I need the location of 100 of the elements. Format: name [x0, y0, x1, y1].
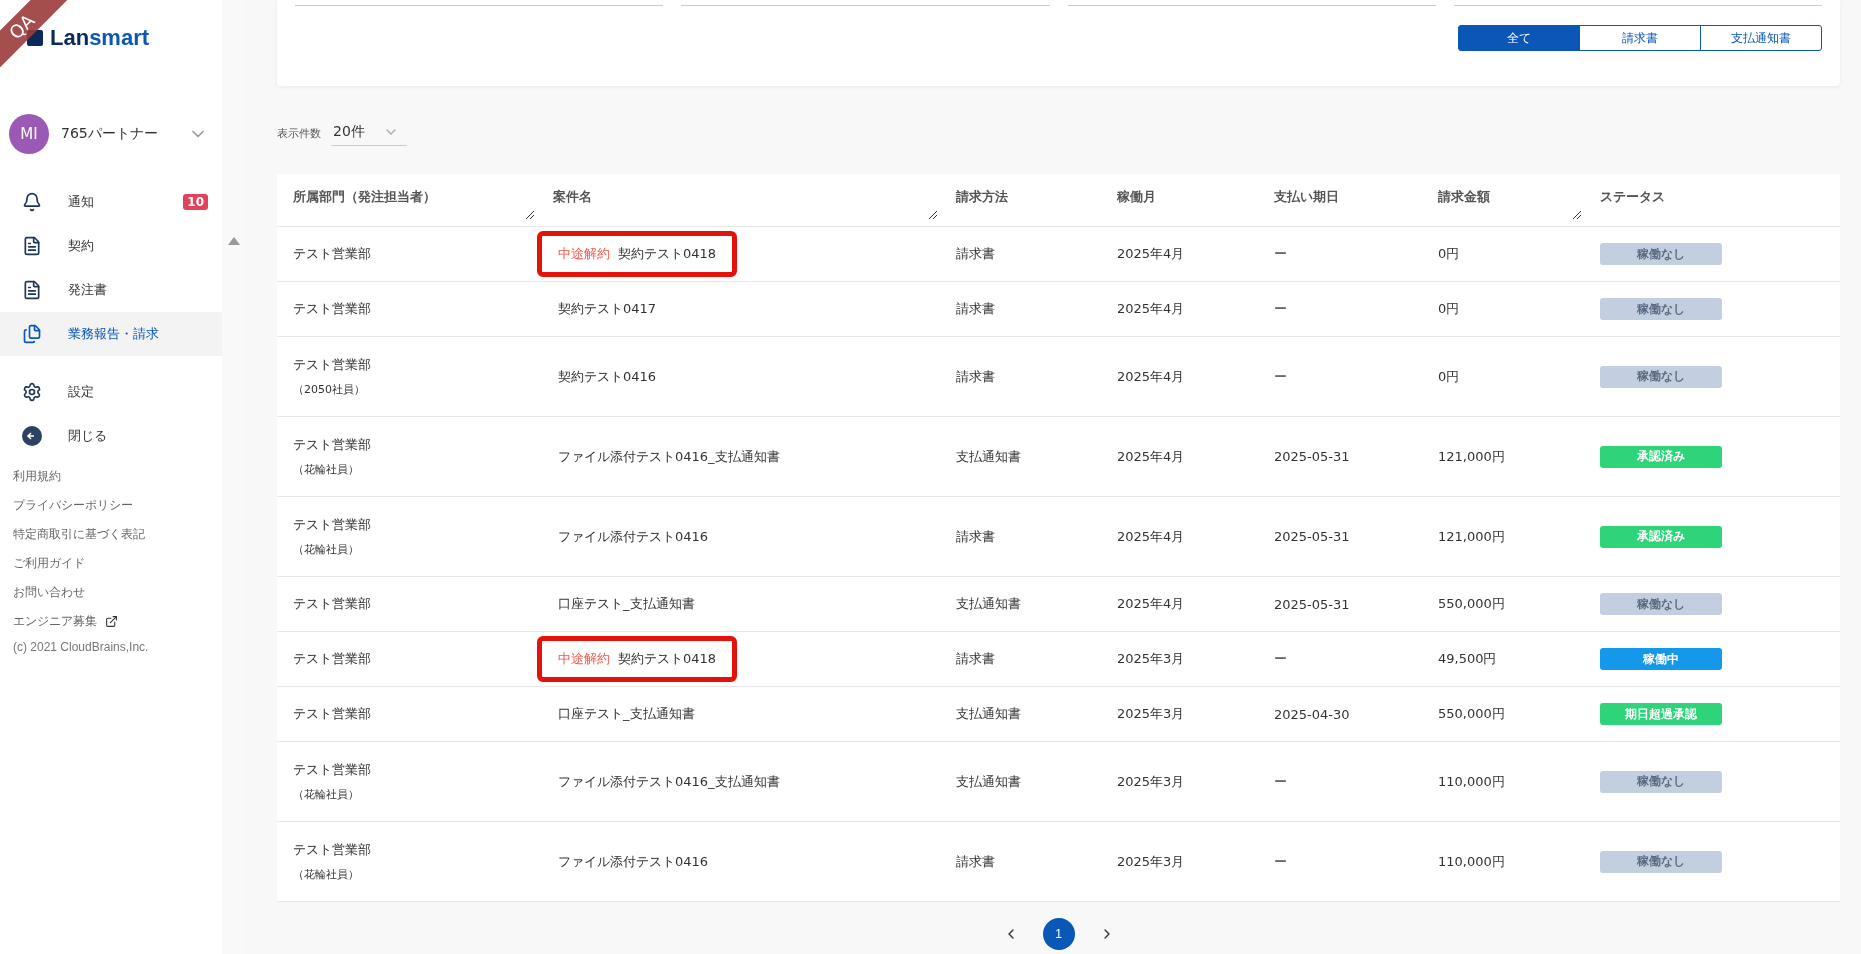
terminated-tag: 中途解約	[558, 650, 610, 668]
footer-link[interactable]: ご利用ガイド	[13, 555, 85, 572]
settings-icon	[22, 382, 42, 402]
scroll-up-icon[interactable]	[226, 236, 241, 246]
table-cell-text: 請求書	[956, 852, 996, 871]
column-header: 所属部門（発注担当者）	[293, 189, 436, 204]
table-cell-text: 請求書	[956, 300, 996, 318]
resize-handle-icon[interactable]	[928, 210, 938, 220]
table-cell-text: 2025年4月	[1117, 367, 1186, 386]
filter-tab[interactable]: 全て	[1458, 25, 1580, 51]
status-badge: 承認済み	[1600, 525, 1722, 548]
table-cell-text: ー	[1274, 852, 1288, 871]
status-badge: 稼働なし	[1600, 365, 1722, 388]
status-badge: 稼働なし	[1600, 298, 1722, 320]
resize-handle-icon[interactable]	[1572, 210, 1582, 220]
table-cell-text: テスト営業部	[293, 595, 372, 613]
column-header: 支払い期日	[1274, 189, 1339, 204]
table-cell-text: テスト営業部	[293, 761, 372, 779]
table-cell-text: 2025年3月	[1117, 772, 1186, 791]
page-size-label: 表示件数	[277, 125, 321, 141]
footer-link[interactable]: プライバシーポリシー	[13, 497, 133, 514]
project-name[interactable]: ファイル添付テスト0416_支払通知書	[558, 772, 780, 791]
column-header: 請求方法	[956, 189, 1008, 204]
external-link-icon	[105, 615, 118, 628]
status-badge: 稼働なし	[1600, 850, 1722, 873]
table-cell-text: （花輪社員）	[293, 787, 360, 802]
table-cell-text: 0円	[1438, 245, 1461, 263]
footer-link[interactable]: お問い合わせ	[13, 584, 85, 601]
table-cell-text: ー	[1274, 245, 1288, 263]
table-cell-text: 550,000円	[1438, 705, 1506, 723]
table-cell-text: テスト営業部	[293, 650, 372, 668]
table-cell-text: 0円	[1438, 300, 1461, 318]
table-cell-text: （花輪社員）	[293, 462, 360, 477]
table-cell-text: 2025-05-31	[1274, 449, 1351, 464]
table-cell-text: 2025-05-31	[1274, 529, 1351, 544]
table-cell-text: 請求書	[956, 367, 996, 386]
column-header: 請求金額	[1438, 189, 1490, 204]
page-size-select[interactable]: 20件	[331, 120, 407, 146]
document-icon	[22, 236, 42, 256]
page-button[interactable]: 1	[1042, 918, 1075, 950]
document-icon	[22, 280, 42, 300]
table-cell-text: テスト営業部	[293, 436, 372, 454]
filter-tab[interactable]: 請求書	[1579, 25, 1701, 51]
table-cell-text: 110,000円	[1438, 852, 1506, 871]
table-cell-text: 2025-04-30	[1274, 706, 1351, 722]
project-name[interactable]: 契約テスト0416	[558, 367, 657, 386]
table-cell-text: 2025年4月	[1117, 527, 1186, 546]
table-cell-text: 請求書	[956, 527, 996, 546]
nav-item[interactable]: 業務報告・請求	[0, 312, 222, 356]
nav-item[interactable]: 発注書	[0, 268, 222, 312]
resize-handle-icon[interactable]	[525, 210, 535, 220]
table-cell-text: （2050社員）	[293, 382, 366, 397]
nav-item[interactable]: 通知 10	[0, 180, 222, 224]
table-cell-text: 0円	[1438, 367, 1461, 386]
table-cell-text: ー	[1274, 650, 1288, 668]
project-name[interactable]: 口座テスト_支払通知書	[558, 705, 695, 723]
table-cell-text: ー	[1274, 367, 1288, 386]
footer-link[interactable]: 特定商取引に基づく表記	[13, 526, 145, 543]
table-cell-text: 支払通知書	[956, 447, 1022, 466]
project-name[interactable]: 口座テスト_支払通知書	[558, 595, 695, 613]
project-name[interactable]: 契約テスト0418	[618, 650, 717, 668]
notification-count: 10	[183, 194, 208, 210]
nav-item[interactable]: 契約	[0, 224, 222, 268]
column-header: 案件名	[553, 189, 592, 204]
account-name[interactable]: 765パートナー	[61, 125, 176, 143]
project-name[interactable]: ファイル添付テスト0416	[558, 527, 709, 546]
column-header: 稼働月	[1117, 189, 1156, 204]
copyright-text: (c) 2021 CloudBrains,Inc.	[12, 639, 150, 654]
table-cell-text: 2025-05-31	[1274, 596, 1351, 612]
column-header: ステータス	[1600, 189, 1665, 204]
table-cell-text: 請求書	[956, 650, 996, 668]
status-badge: 稼働なし	[1600, 243, 1722, 265]
table-cell-text: 支払通知書	[956, 705, 1022, 723]
table-cell-text: （花輪社員）	[293, 542, 360, 557]
table-cell-text: （花輪社員）	[293, 867, 360, 882]
table-cell-text: 2025年4月	[1117, 245, 1186, 263]
footer-link[interactable]: 利用規約	[13, 468, 61, 485]
status-badge: 期日超過承認	[1600, 703, 1722, 725]
logo-text[interactable]: Lansmart	[50, 25, 150, 51]
table-cell-text: テスト営業部	[293, 300, 372, 318]
filter-tab[interactable]: 支払通知書	[1700, 25, 1822, 51]
table-cell-text: ー	[1274, 772, 1288, 791]
footer-link[interactable]: エンジニア募集	[13, 613, 97, 630]
nav-item[interactable]: 設定	[0, 370, 222, 414]
table-cell-text: テスト営業部	[293, 516, 372, 534]
table-cell-text: テスト営業部	[293, 705, 372, 723]
avatar: MI	[9, 114, 49, 154]
table-cell-text: 支払通知書	[956, 772, 1022, 791]
table-cell-text: テスト営業部	[293, 841, 372, 859]
nav-item[interactable]: 閉じる	[0, 414, 222, 458]
table-cell-text: 2025年4月	[1117, 595, 1186, 613]
project-name[interactable]: 契約テスト0418	[618, 245, 717, 263]
table-cell-text: テスト営業部	[293, 356, 372, 374]
table-cell-text: 2025年4月	[1117, 300, 1186, 318]
bell-icon	[22, 192, 42, 212]
status-badge: 稼働なし	[1600, 770, 1722, 793]
project-name[interactable]: 契約テスト0417	[558, 300, 657, 318]
table-cell-text: 2025年4月	[1117, 447, 1186, 466]
project-name[interactable]: ファイル添付テスト0416_支払通知書	[558, 447, 780, 466]
project-name[interactable]: ファイル添付テスト0416	[558, 852, 709, 871]
